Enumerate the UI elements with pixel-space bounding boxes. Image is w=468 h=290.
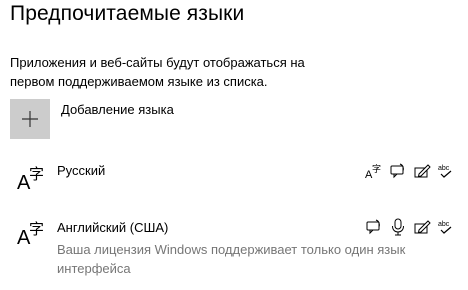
language-item-english-us[interactable]: A 字 Английский (США) Ваша лицензия Windo… bbox=[10, 217, 460, 279]
svg-text:字: 字 bbox=[29, 165, 44, 183]
add-language-label: Добавление языка bbox=[61, 102, 174, 117]
svg-text:abc: abc bbox=[438, 165, 450, 172]
plus-icon bbox=[22, 111, 38, 127]
language-item-russian[interactable]: A 字 Русский A 字 abc bbox=[10, 162, 460, 202]
section-description: Приложения и веб-сайты будут отображатьс… bbox=[10, 55, 305, 89]
display-language-icon: A 字 bbox=[365, 163, 381, 180]
svg-text:字: 字 bbox=[29, 220, 44, 238]
speech-icon bbox=[366, 219, 380, 235]
language-icon: A 字 bbox=[17, 165, 44, 192]
add-language-button[interactable]: Добавление языка bbox=[10, 99, 310, 139]
spellcheck-icon: abc bbox=[438, 165, 452, 178]
spellcheck-icon: abc bbox=[438, 221, 452, 234]
page-title: Предпочитаемые языки bbox=[10, 2, 245, 25]
speech-icon bbox=[390, 163, 404, 179]
handwriting-icon bbox=[414, 220, 431, 234]
language-icon: A 字 bbox=[17, 220, 44, 247]
language-name: Русский bbox=[57, 163, 106, 178]
svg-text:abc: abc bbox=[438, 221, 450, 228]
microphone-icon bbox=[392, 218, 404, 236]
language-name: Английский (США) bbox=[57, 220, 169, 235]
svg-text:字: 字 bbox=[372, 163, 381, 175]
language-license-note: Ваша лицензия Windows поддерживает тольк… bbox=[57, 242, 406, 276]
add-language-tile[interactable] bbox=[10, 99, 50, 139]
handwriting-icon bbox=[414, 164, 431, 178]
